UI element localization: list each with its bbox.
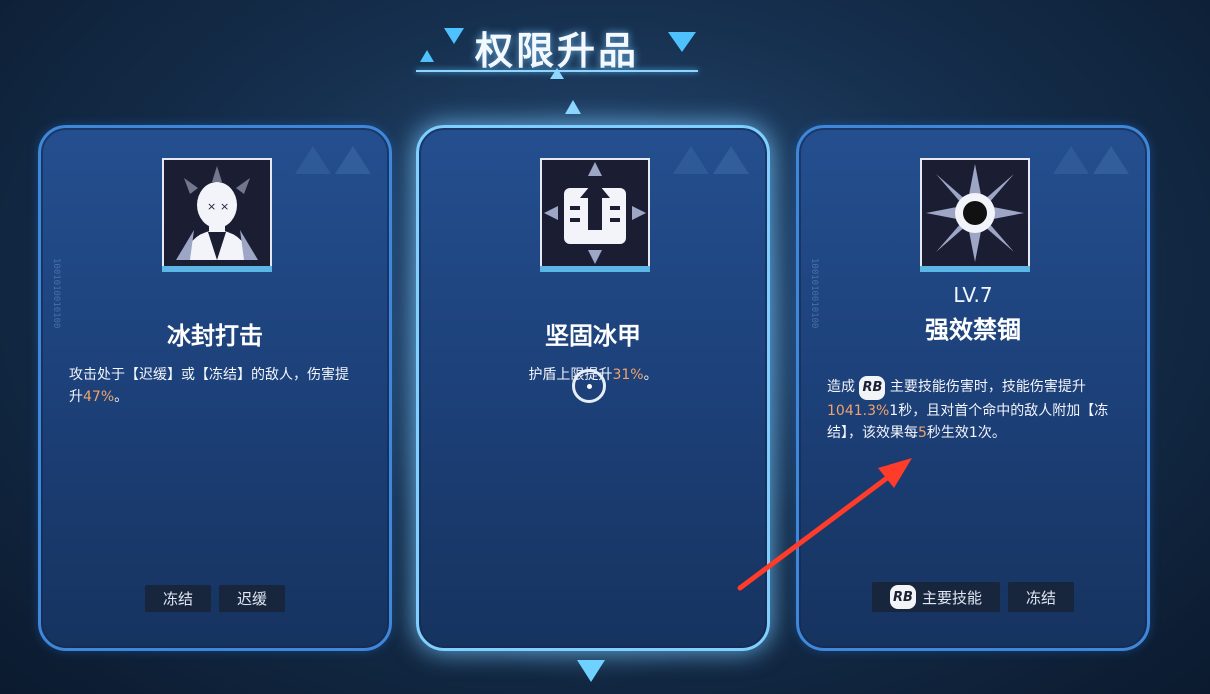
annotation-arrow	[737, 458, 912, 591]
